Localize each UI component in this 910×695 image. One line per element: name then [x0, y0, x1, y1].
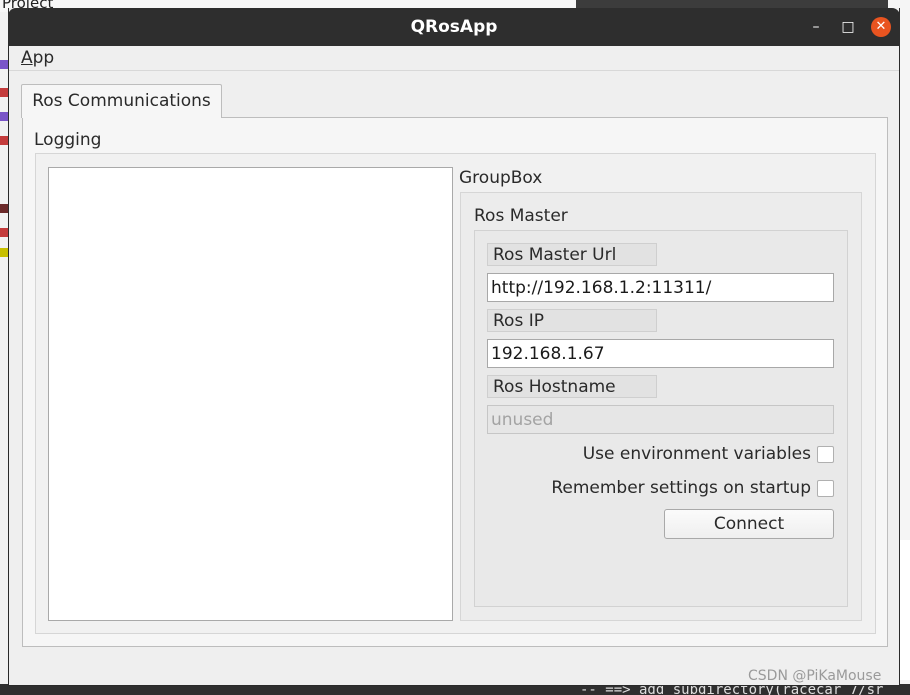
title-bar[interactable]: QRosApp – □ ✕ [8, 8, 900, 46]
ros-ip-label: Ros IP [487, 309, 657, 332]
ros-hostname-label: Ros Hostname [487, 375, 657, 398]
groupbox-title: GroupBox [459, 168, 543, 188]
ros-master-url-label: Ros Master Url [487, 243, 657, 266]
maximize-icon[interactable]: □ [838, 17, 858, 37]
connect-button[interactable]: Connect [664, 509, 834, 539]
log-view[interactable] [48, 167, 453, 621]
menu-app[interactable]: App [21, 48, 54, 69]
menu-app-mnemonic: A [21, 48, 33, 68]
window-title: QRosApp [410, 17, 498, 37]
ros-master-url-input[interactable] [487, 273, 834, 302]
ros-master-title: Ros Master [474, 206, 568, 226]
watermark: CSDN @PiKaMouse [748, 668, 882, 684]
logging-group-title: Logging [34, 130, 102, 150]
tab-label: Ros Communications [32, 91, 211, 111]
ros-ip-input[interactable] [487, 339, 834, 368]
use-env-variables-label[interactable]: Use environment variables [560, 444, 811, 464]
remember-settings-label[interactable]: Remember settings on startup [540, 478, 811, 498]
remember-settings-checkbox[interactable] [817, 480, 834, 497]
use-env-variables-checkbox[interactable] [817, 446, 834, 463]
menu-bar: App [9, 46, 899, 71]
tab-ros-communications[interactable]: Ros Communications [21, 84, 222, 118]
minimize-icon[interactable]: – [806, 17, 826, 37]
close-icon[interactable]: ✕ [871, 17, 891, 37]
menu-app-label: pp [32, 48, 55, 68]
ros-hostname-input[interactable] [487, 405, 834, 434]
